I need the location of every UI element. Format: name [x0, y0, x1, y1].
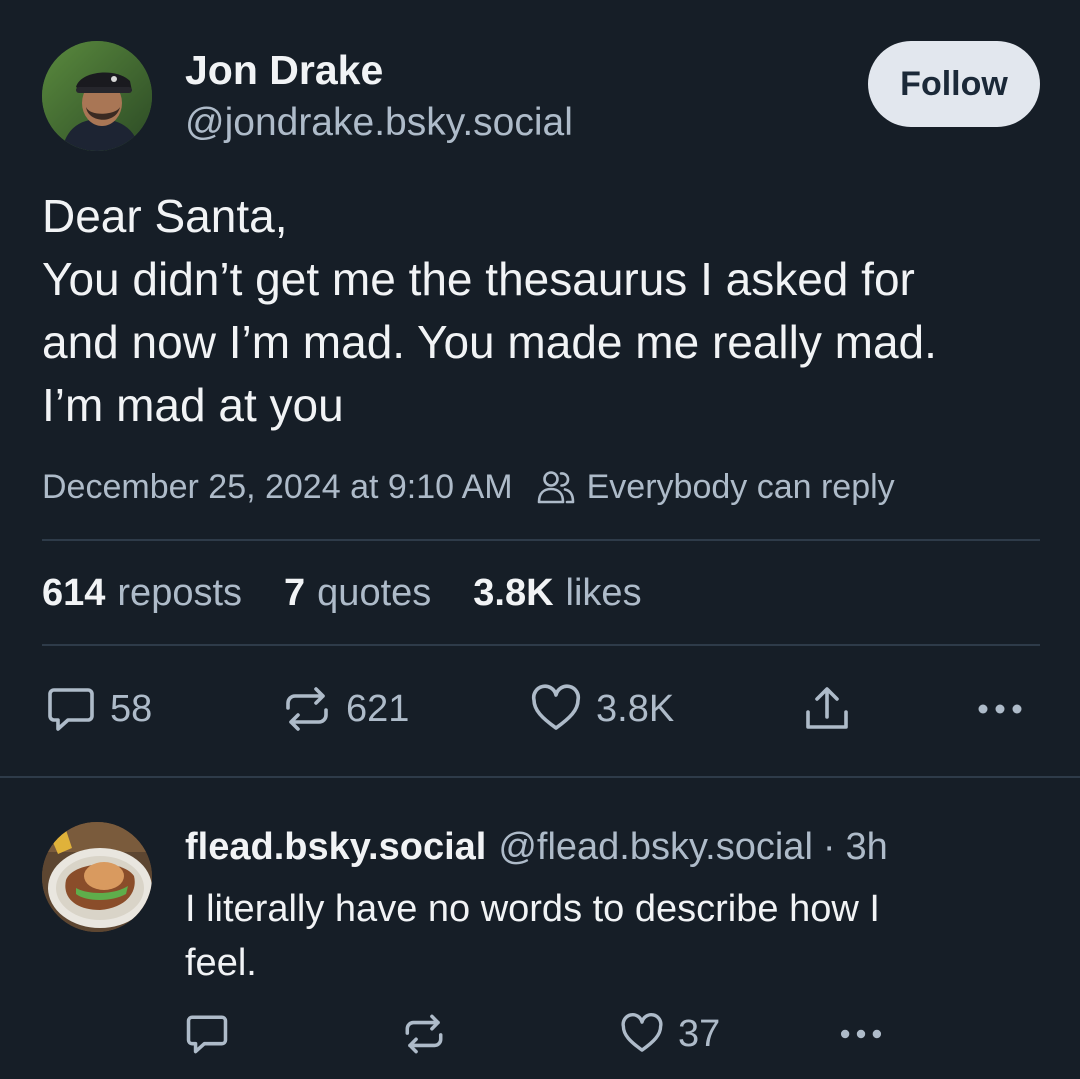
ellipsis-icon	[840, 1029, 882, 1039]
post-stats: 614 reposts 7 quotes 3.8K likes	[42, 567, 684, 619]
reply-display-name[interactable]: flead.bsky.social	[185, 826, 486, 869]
quotes-count: 7	[284, 571, 306, 614]
likes-count: 3.8K	[473, 571, 554, 614]
reply-avatar[interactable]	[42, 822, 152, 932]
divider	[0, 776, 1080, 778]
post-text-line: and now I’m mad. You made me really mad.	[42, 316, 937, 368]
reply-text-line: feel.	[185, 942, 257, 984]
divider	[42, 539, 1040, 541]
author-display-name[interactable]: Jon Drake	[185, 45, 383, 95]
author-avatar[interactable]	[42, 41, 152, 151]
repost-icon	[405, 1014, 443, 1054]
reposts-label: reposts	[117, 571, 243, 614]
reply-header: flead.bsky.social @flead.bsky.social · 3…	[185, 822, 888, 872]
post-timestamp: December 25, 2024 at 9:10 AM	[42, 467, 513, 506]
ellipsis-icon	[978, 704, 1022, 714]
separator-dot: ·	[822, 825, 836, 868]
speech-bubble-icon	[48, 688, 94, 731]
quotes-label: quotes	[317, 571, 432, 614]
reply-time[interactable]: 3h	[846, 826, 888, 869]
reposts-count: 614	[42, 571, 106, 614]
post-text-line: I’m mad at you	[42, 379, 344, 431]
share-button[interactable]	[802, 684, 852, 734]
like-button[interactable]: 3.8K	[530, 684, 674, 734]
author-avatar-image	[42, 41, 152, 151]
post-text-line: Dear Santa,	[42, 190, 288, 242]
reply-like-count: 37	[678, 1012, 721, 1055]
reply-body: I literally have no words to describe ho…	[185, 882, 1045, 990]
reply-count: 58	[110, 687, 153, 730]
more-options-button[interactable]	[976, 694, 1024, 724]
post-body: Dear Santa, You didn’t get me the thesau…	[42, 185, 1052, 437]
reply-text-line: I literally have no words to describe ho…	[185, 888, 880, 930]
heart-icon	[531, 684, 581, 730]
people-icon	[537, 471, 574, 504]
heart-icon	[621, 1013, 663, 1052]
like-count: 3.8K	[596, 687, 675, 730]
reply-reply-button[interactable]	[185, 1012, 229, 1056]
likes-label: likes	[565, 571, 642, 614]
post-meta: December 25, 2024 at 9:10 AM Everybody c…	[42, 462, 895, 512]
likes-stat[interactable]: 3.8K likes	[473, 572, 641, 615]
repost-count: 621	[346, 687, 410, 730]
repost-button[interactable]: 621	[282, 684, 409, 734]
speech-bubble-icon	[186, 1015, 228, 1054]
follow-button[interactable]: Follow	[868, 41, 1040, 127]
reply-more-options-button[interactable]	[838, 1020, 884, 1048]
quotes-stat[interactable]: 7 quotes	[284, 572, 431, 615]
reply-avatar-image	[42, 822, 152, 932]
reply-button[interactable]: 58	[46, 684, 152, 734]
share-icon	[806, 687, 848, 729]
reply-handle[interactable]: @flead.bsky.social	[498, 826, 813, 869]
reply-settings[interactable]: Everybody can reply	[537, 468, 895, 507]
author-handle[interactable]: @jondrake.bsky.social	[185, 99, 573, 147]
post-text-line: You didn’t get me the thesaurus I asked …	[42, 253, 915, 305]
repost-icon	[286, 687, 328, 731]
reply-settings-label: Everybody can reply	[586, 467, 895, 506]
reply-repost-button[interactable]	[402, 1012, 446, 1056]
divider	[42, 644, 1040, 646]
reply-like-button[interactable]: 37	[620, 1012, 720, 1056]
reposts-stat[interactable]: 614 reposts	[42, 572, 242, 615]
